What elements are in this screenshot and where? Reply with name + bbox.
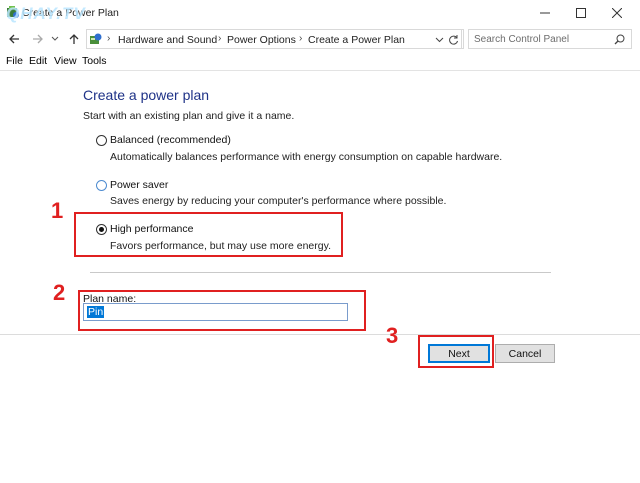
breadcrumb[interactable]: › Hardware and Sound › Power Options › C… — [86, 29, 462, 49]
title-bar: Create a Power Plan QHAY.TV — [0, 0, 640, 26]
watermark-logo: QHAY.TV — [6, 4, 86, 23]
control-panel-icon — [90, 33, 102, 44]
breadcrumb-separator: › — [299, 33, 303, 44]
annotation-box-3 — [418, 335, 494, 368]
refresh-button[interactable] — [444, 29, 464, 49]
option-desc-balanced: Automatically balances performance with … — [110, 151, 503, 163]
annotation-number-2: 2 — [53, 280, 66, 305]
intro-text: Start with an existing plan and give it … — [83, 110, 295, 122]
up-arrow-icon — [69, 34, 79, 44]
close-icon — [612, 8, 622, 18]
menu-view[interactable]: View — [54, 55, 77, 67]
option-label-power-saver[interactable]: Power saver — [110, 179, 168, 191]
search-icon — [614, 34, 625, 45]
annotation-box-2 — [78, 290, 366, 331]
back-button[interactable] — [6, 31, 22, 47]
breadcrumb-create-a-power-plan[interactable]: Create a Power Plan — [308, 34, 405, 46]
menu-tools[interactable]: Tools — [82, 55, 107, 67]
close-button[interactable] — [594, 0, 640, 26]
menu-bar: File Edit View Tools — [0, 52, 640, 70]
menu-file[interactable]: File — [6, 55, 23, 67]
annotation-number-3: 3 — [386, 323, 399, 348]
search-placeholder: Search Control Panel — [474, 34, 570, 45]
annotation-box-1 — [74, 212, 343, 257]
forward-button[interactable] — [30, 31, 46, 47]
radio-power-saver[interactable] — [96, 180, 107, 191]
menu-edit[interactable]: Edit — [29, 55, 47, 67]
breadcrumb-separator: › — [107, 33, 111, 44]
address-row: › Hardware and Sound › Power Options › C… — [0, 26, 640, 52]
cancel-button[interactable]: Cancel — [495, 344, 555, 363]
option-label-balanced[interactable]: Balanced (recommended) — [110, 134, 231, 146]
option-desc-power-saver: Saves energy by reducing your computer's… — [110, 195, 447, 207]
breadcrumb-separator: › — [218, 33, 222, 44]
page-title: Create a power plan — [83, 87, 210, 103]
annotation-number-1: 1 — [51, 198, 64, 223]
search-input[interactable]: Search Control Panel — [468, 29, 632, 49]
maximize-icon — [576, 8, 586, 18]
divider — [90, 272, 551, 273]
recent-locations-button[interactable] — [50, 31, 60, 47]
radio-balanced[interactable] — [96, 135, 107, 146]
breadcrumb-power-options[interactable]: Power Options — [227, 34, 296, 46]
forward-arrow-icon — [33, 34, 43, 44]
chevron-down-icon — [51, 36, 59, 41]
up-button[interactable] — [66, 31, 82, 47]
chevron-down-icon[interactable] — [435, 36, 444, 44]
refresh-icon — [449, 34, 458, 45]
minimize-icon — [540, 12, 550, 14]
back-arrow-icon — [9, 34, 19, 44]
breadcrumb-hardware-and-sound[interactable]: Hardware and Sound — [118, 34, 217, 46]
divider — [0, 70, 640, 71]
divider — [0, 334, 640, 335]
